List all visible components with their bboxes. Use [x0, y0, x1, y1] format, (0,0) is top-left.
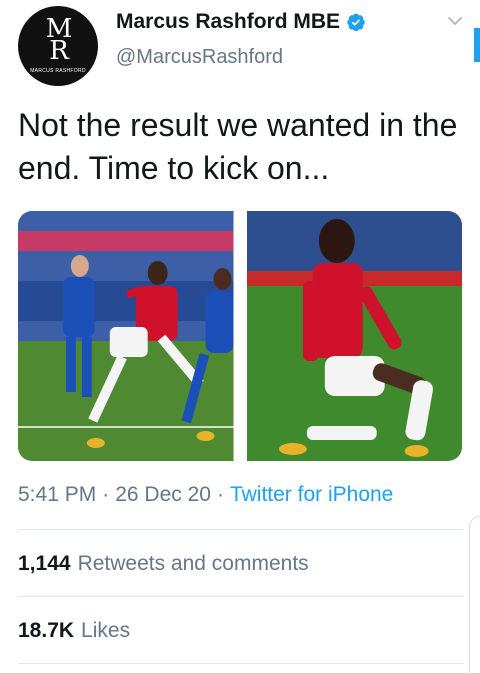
side-panel-edge — [469, 516, 480, 673]
likes-label: Likes — [81, 619, 131, 642]
tweet-photo-2[interactable] — [246, 211, 462, 461]
author-names: Marcus Rashford MBE @MarcusRashford — [116, 10, 366, 69]
retweets-count: 1,144 — [18, 552, 71, 575]
photo-2-image — [246, 211, 462, 461]
verified-badge-icon — [347, 13, 365, 32]
chevron-down-icon[interactable] — [446, 12, 464, 30]
author-display-name[interactable]: Marcus Rashford MBE — [116, 10, 340, 34]
photo-1-image — [18, 211, 234, 461]
likes-stat[interactable]: 18.7K Likes — [18, 619, 130, 643]
tweet-time[interactable]: 5:41 PM — [18, 483, 96, 507]
author-handle[interactable]: @MarcusRashford — [116, 46, 366, 69]
avatar-monogram: M R — [46, 16, 73, 66]
meta-separator-2: · — [216, 483, 224, 506]
meta-separator: · — [102, 483, 110, 506]
likes-count: 18.7K — [18, 619, 75, 642]
avatar[interactable]: M R MARCUS RASHFORD — [18, 6, 98, 86]
retweets-label: Retweets and comments — [77, 552, 309, 575]
divider — [18, 596, 464, 597]
tweet-header: M R MARCUS RASHFORD Marcus Rashford MBE … — [18, 6, 480, 86]
tweet-meta: 5:41 PM · 26 Dec 20 · Twitter for iPhone — [18, 483, 393, 507]
tweet-media — [18, 211, 462, 461]
retweets-stat[interactable]: 1,144 Retweets and comments — [18, 552, 309, 576]
divider — [18, 663, 464, 664]
divider — [18, 529, 464, 530]
author-display-name-row[interactable]: Marcus Rashford MBE — [116, 10, 366, 34]
tweet-photo-1[interactable] — [18, 211, 234, 461]
avatar-brand: MARCUS RASHFORD — [30, 68, 86, 74]
tweet-text: Not the result we wanted in the end. Tim… — [18, 107, 458, 186]
tweet-date[interactable]: 26 Dec 20 — [115, 483, 211, 507]
scroll-indicator — [474, 28, 480, 62]
avatar-monogram-bottom: R — [49, 36, 69, 66]
tweet-source-link[interactable]: Twitter for iPhone — [230, 483, 393, 507]
